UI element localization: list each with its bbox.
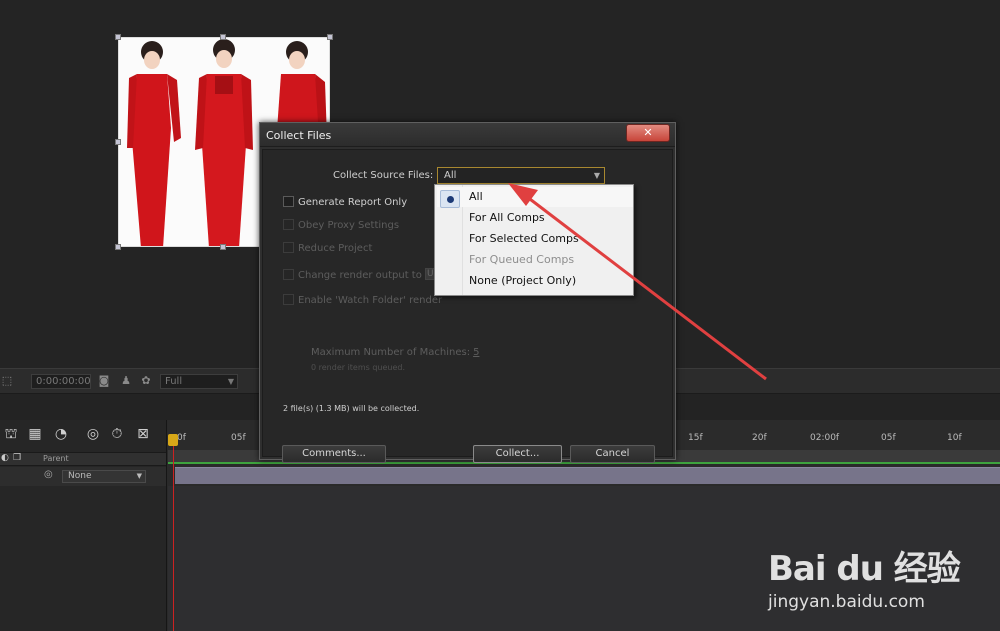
baidu-logo: Bai du 经验 [768, 549, 961, 589]
baidu-watermark: Bai du 经验 jingyan.baidu.com [768, 541, 961, 612]
annotation-arrow-overlay [508, 183, 767, 381]
annotation-arrow-shaft [521, 191, 767, 381]
watermark-url: jingyan.baidu.com [768, 592, 925, 612]
